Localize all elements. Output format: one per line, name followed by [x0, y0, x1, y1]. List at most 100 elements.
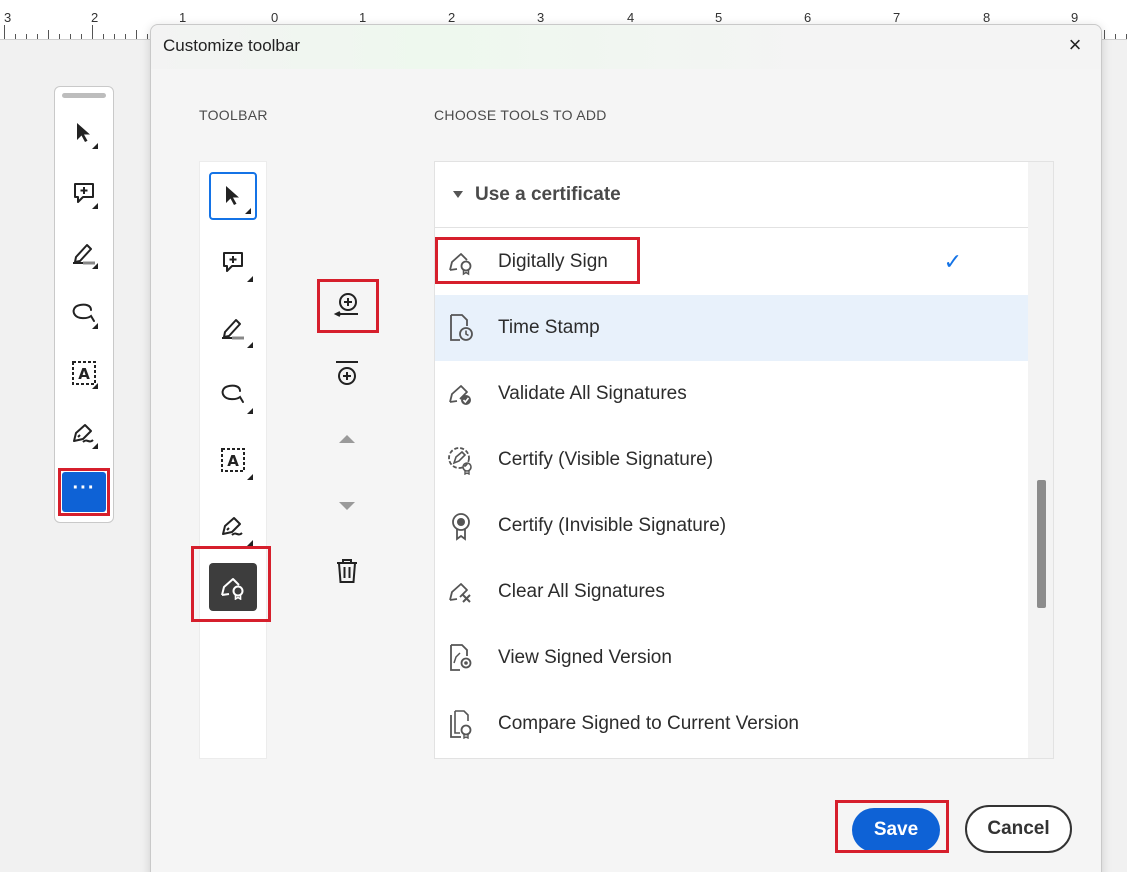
dialog-title: Customize toolbar: [163, 36, 301, 55]
text-recognition-tool-button[interactable]: A: [60, 349, 108, 397]
text-recognition-icon: A: [72, 361, 96, 385]
chevron-down-icon: [339, 502, 355, 510]
highlight-icon: [222, 319, 244, 340]
tool-row-compare-signed[interactable]: Compare Signed to Current Version: [435, 691, 1028, 757]
ruler-number: 5: [715, 10, 723, 25]
ruler-tick: [59, 34, 60, 39]
ruler-tick: [37, 34, 38, 39]
choose-tools-section-label: CHOOSE TOOLS TO ADD: [434, 107, 607, 123]
ruler-tick: [147, 34, 148, 39]
check-icon: ✓: [943, 249, 962, 274]
add-comment-icon: [223, 252, 243, 272]
tool-row-view-signed-version[interactable]: View Signed Version: [435, 625, 1028, 691]
add-comment-icon: [74, 183, 94, 203]
ruler-tick: [125, 34, 126, 39]
tool-row-validate-all-signatures[interactable]: Validate All Signatures: [435, 361, 1028, 427]
select-tool-button[interactable]: [60, 109, 108, 157]
group-title: Use a certificate: [475, 183, 621, 205]
comment-tool-button[interactable]: [60, 169, 108, 217]
highlight-box: [435, 237, 640, 284]
time-stamp-icon: [446, 313, 476, 343]
toolbar-section-label: TOOLBAR: [199, 107, 268, 123]
ruler-tick: [92, 25, 93, 39]
text-recognition-icon: A: [221, 448, 245, 472]
ruler-tick: [81, 34, 82, 39]
remove-button[interactable]: [329, 553, 365, 589]
tool-row-clear-all-signatures[interactable]: Clear All Signatures: [435, 559, 1028, 625]
toolbar-item-text-recognition[interactable]: A: [209, 436, 257, 484]
group-header-use-a-certificate[interactable]: Use a certificate: [435, 162, 1028, 228]
ruler-number: 2: [448, 10, 456, 25]
tool-label: Clear All Signatures: [498, 581, 665, 602]
ruler-number: 9: [1071, 10, 1079, 25]
cancel-button[interactable]: Cancel: [965, 805, 1072, 853]
ruler-tick: [1104, 30, 1105, 39]
select-icon: [226, 186, 239, 205]
ruler-tick: [4, 25, 5, 39]
move-down-button[interactable]: [329, 488, 365, 524]
sign-pen-icon: [73, 424, 94, 443]
ruler-tick: [136, 30, 137, 39]
tool-label: Validate All Signatures: [498, 383, 687, 404]
svg-text:A: A: [227, 452, 239, 470]
close-icon[interactable]: ×: [1063, 34, 1087, 58]
ruler-number: 0: [271, 10, 279, 25]
ruler-number: 2: [91, 10, 99, 25]
add-divider-button[interactable]: [329, 355, 365, 391]
customize-toolbar-dialog: Customize toolbar × TOOLBAR CHOOSE TOOLS…: [150, 24, 1102, 872]
validate-signatures-icon: [446, 379, 476, 409]
compare-signed-icon: [446, 709, 476, 739]
toolbar-item-comment[interactable]: [209, 238, 257, 286]
sign-pen-icon: [222, 517, 243, 536]
move-up-button[interactable]: [329, 421, 365, 457]
highlight-icon: [73, 244, 95, 265]
ruler-tick: [114, 34, 115, 39]
chevron-down-icon: [453, 191, 463, 198]
ruler-tick: [48, 30, 49, 39]
scrollbar-thumb[interactable]: [1037, 480, 1046, 608]
ruler-tick: [15, 34, 16, 39]
ruler-tick: [103, 34, 104, 39]
tools-list-panel: Use a certificate Digitally Sign ✓ Time …: [434, 161, 1054, 759]
more-icon: ···: [62, 472, 106, 512]
draw-tool-button[interactable]: [60, 289, 108, 337]
tool-label: Certify (Visible Signature): [498, 449, 714, 470]
add-divider-icon: [336, 361, 358, 385]
ruler-tick: [70, 34, 71, 39]
ruler-number: 6: [804, 10, 812, 25]
toolbar-item-select[interactable]: [209, 172, 257, 220]
scrollbar-track[interactable]: [1028, 162, 1053, 758]
clear-signatures-icon: [446, 577, 476, 607]
ruler-number: 4: [627, 10, 635, 25]
ruler-number: 3: [537, 10, 545, 25]
trash-icon: [337, 559, 357, 583]
tool-label: Compare Signed to Current Version: [498, 713, 799, 734]
ruler-number: 7: [893, 10, 901, 25]
ruler-tick: [1115, 34, 1116, 39]
certify-visible-icon: [446, 445, 476, 475]
toolbar-items-list: A: [199, 161, 267, 759]
toolbar-item-highlight[interactable]: [209, 304, 257, 352]
ruler-number: 1: [179, 10, 187, 25]
toolbar-item-sign[interactable]: [209, 502, 257, 550]
tool-row-certify-invisible[interactable]: Certify (Invisible Signature): [435, 493, 1028, 559]
highlight-box: [835, 800, 949, 853]
floating-toolbar: A ···: [54, 86, 114, 523]
highlight-box: [317, 279, 379, 333]
toolbar-item-draw[interactable]: [209, 370, 257, 418]
highlight-tool-button[interactable]: [60, 229, 108, 277]
sign-tool-button[interactable]: [60, 409, 108, 457]
ruler-number: 3: [4, 10, 12, 25]
view-signed-icon: [446, 643, 476, 673]
draw-freeform-icon: [72, 303, 95, 322]
tool-label: View Signed Version: [498, 647, 672, 668]
tool-row-certify-visible[interactable]: Certify (Visible Signature): [435, 427, 1028, 493]
select-icon: [77, 123, 90, 142]
dialog-header: Customize toolbar ×: [151, 25, 1101, 69]
ruler-number: 8: [983, 10, 991, 25]
draw-freeform-icon: [221, 384, 244, 403]
more-tools-button[interactable]: ···: [58, 468, 110, 516]
tool-row-time-stamp[interactable]: Time Stamp: [435, 295, 1028, 361]
ruler-number: 1: [359, 10, 367, 25]
drag-handle[interactable]: [62, 93, 106, 98]
